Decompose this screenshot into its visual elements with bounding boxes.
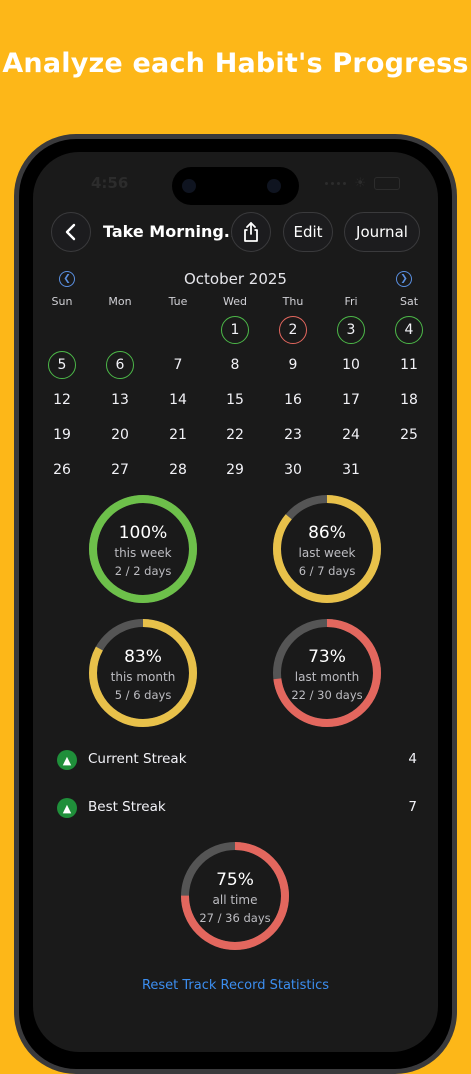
weekday-label: Fri [344,295,358,308]
camera-icon [182,179,196,193]
ring-percent: 73% [308,647,346,667]
month-title: October 2025 [184,270,287,288]
best-streak-row: ▲ Best Streak 7 [57,797,417,819]
weekday-header: Sun Mon Tue Wed Thu Fri Sat [33,295,438,311]
calendar-day[interactable]: 18 [395,386,423,414]
share-button[interactable] [231,212,271,252]
calendar-day[interactable]: 21 [164,421,192,449]
next-month-button[interactable]: ❯ [396,271,412,287]
calendar-day[interactable]: 26 [48,456,76,484]
weekday-label: Tue [168,295,188,308]
ring-count: 27 / 36 days [199,911,271,925]
current-streak-row: ▲ Current Streak 4 [57,749,417,771]
weekday-label: Thu [282,295,304,308]
current-streak-value: 4 [408,751,417,767]
calendar-day[interactable]: 20 [106,421,134,449]
calendar-day[interactable]: 25 [395,421,423,449]
calendar-day[interactable]: 24 [337,421,365,449]
habit-title: Take Morning... [103,222,243,241]
calendar-day[interactable]: 10 [337,351,365,379]
progress-ring: 75% all time 27 / 36 days [179,840,291,952]
calendar-day[interactable]: 29 [221,456,249,484]
ring-percent: 86% [308,523,346,543]
ring-label: this month [110,670,176,684]
calendar-day[interactable]: 28 [164,456,192,484]
calendar-day[interactable]: 15 [221,386,249,414]
calendar-day[interactable]: 12 [48,386,76,414]
calendar-day[interactable]: 9 [279,351,307,379]
calendar-day[interactable]: 17 [337,386,365,414]
dynamic-island [172,167,299,205]
progress-ring: 83% this month 5 / 6 days [87,617,199,729]
headline: Analyze each Habit's Progress [2,48,469,79]
ring-label: last week [298,546,356,560]
progress-ring: 100% this week 2 / 2 days [87,493,199,605]
calendar-day[interactable]: 22 [221,421,249,449]
progress-ring: 86% last week 6 / 7 days [271,493,383,605]
calendar-day[interactable]: 2 [279,316,307,344]
best-streak-label: Best Streak [88,799,166,815]
nav-bar: Take Morning... Edit Journal [51,212,421,252]
calendar-header: ❮ October 2025 ❯ [33,268,438,290]
ring-count: 5 / 6 days [114,688,172,702]
wifi-icon: ☀ [354,176,366,191]
calendar-day[interactable]: 5 [48,351,76,379]
back-button[interactable] [51,212,91,252]
calendar-day[interactable]: 4 [395,316,423,344]
flame-icon: ▲ [57,750,77,770]
edit-button[interactable]: Edit [283,212,333,252]
reset-statistics-link[interactable]: Reset Track Record Statistics [33,978,438,993]
calendar-day[interactable]: 8 [221,351,249,379]
calendar-day[interactable]: 7 [164,351,192,379]
ring-percent: 83% [124,647,162,667]
calendar-day[interactable]: 19 [48,421,76,449]
ring-percent: 100% [118,523,168,543]
calendar-day[interactable]: 11 [395,351,423,379]
calendar-day[interactable]: 23 [279,421,307,449]
ring-label: last month [294,670,360,684]
ring-label: this week [114,546,172,560]
weekday-label: Sat [399,295,419,308]
calendar-day[interactable]: 3 [337,316,365,344]
ring-count: 2 / 2 days [114,564,172,578]
status-icons: ☀ [325,176,400,191]
calendar-day[interactable]: 6 [106,351,134,379]
current-streak-label: Current Streak [88,751,187,767]
chevron-left-icon [65,223,76,241]
ring-label: all time [212,893,258,907]
weekday-label: Mon [108,295,132,308]
calendar-day[interactable]: 14 [164,386,192,414]
battery-icon [374,177,400,190]
ring-count: 22 / 30 days [291,688,363,702]
progress-ring: 73% last month 22 / 30 days [271,617,383,729]
share-icon [244,222,258,242]
ring-count: 6 / 7 days [298,564,356,578]
cellular-icon [325,182,347,185]
calendar-day[interactable]: 30 [279,456,307,484]
calendar-day[interactable]: 27 [106,456,134,484]
flame-icon: ▲ [57,798,77,818]
journal-button[interactable]: Journal [344,212,420,252]
sensor-icon [267,179,281,193]
weekday-label: Wed [223,295,247,308]
status-time: 4:56 [91,174,129,192]
best-streak-value: 7 [408,799,417,815]
calendar-day[interactable]: 31 [337,456,365,484]
weekday-label: Sun [51,295,73,308]
ring-percent: 75% [216,870,254,890]
calendar-day[interactable]: 1 [221,316,249,344]
calendar-day[interactable]: 16 [279,386,307,414]
phone-screen: 4:56 ☀ Take Morning... Edit Journal ❮ Oc… [33,152,438,1052]
chevron-right-circle-icon: ❯ [400,274,408,284]
calendar-day[interactable]: 13 [106,386,134,414]
